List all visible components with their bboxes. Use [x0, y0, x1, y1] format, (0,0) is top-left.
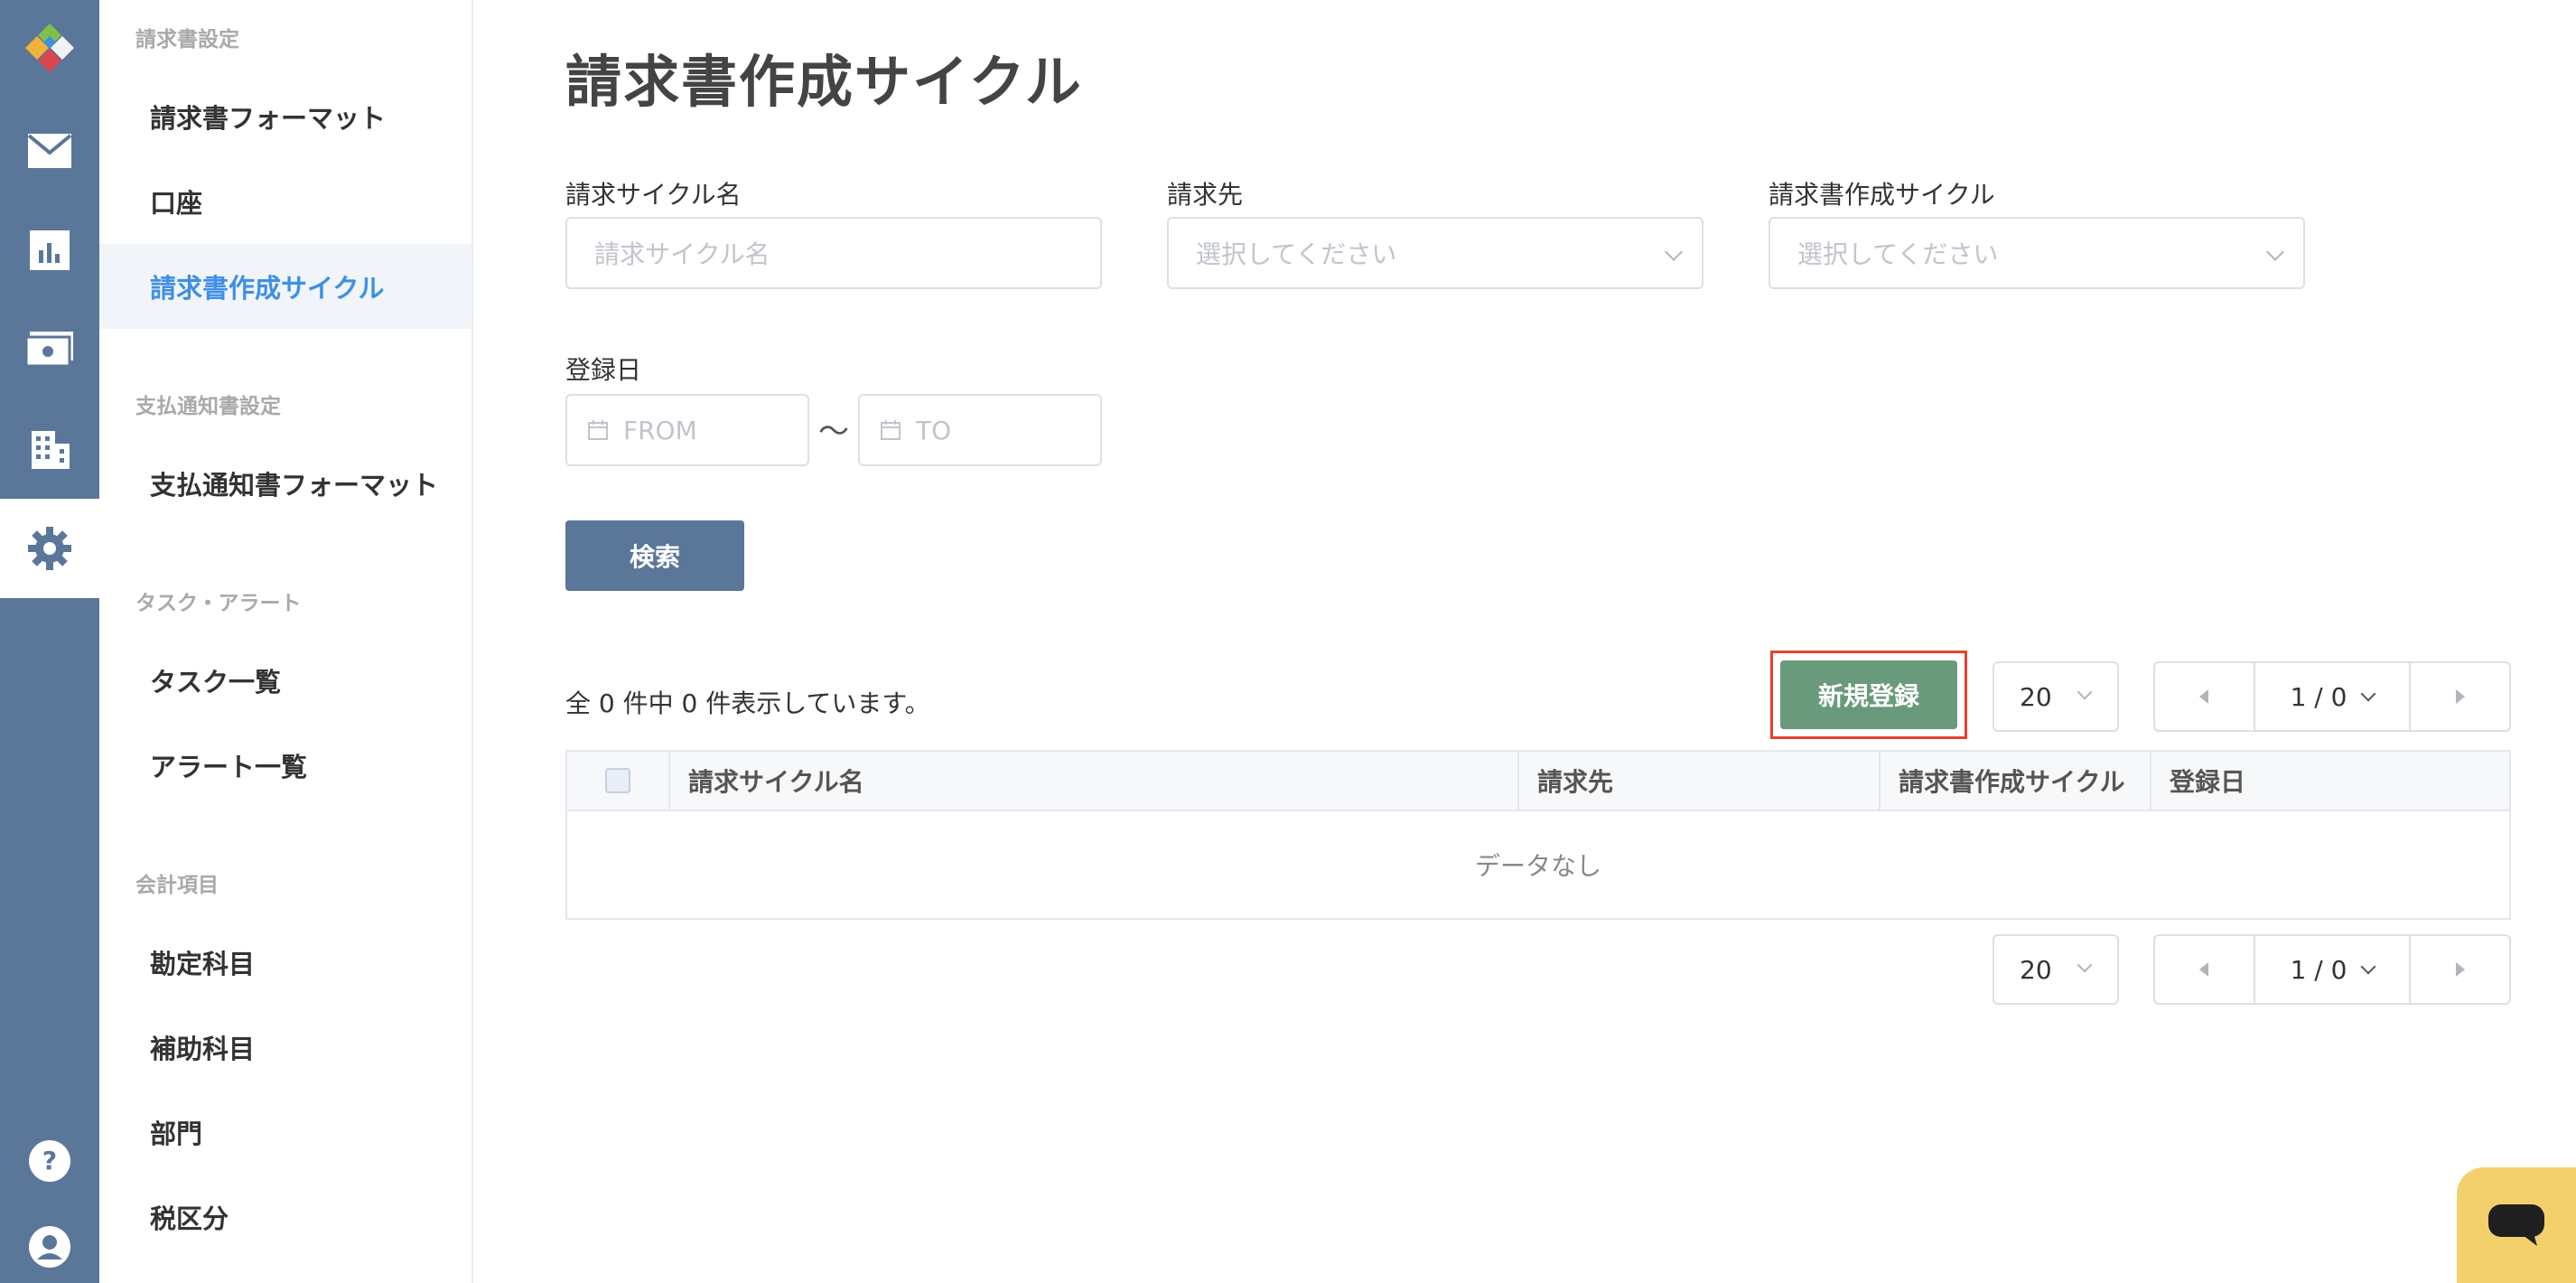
calendar-icon: [588, 420, 608, 440]
client-placeholder: 選択してください: [1196, 239, 1397, 269]
next-arrow-icon: [2455, 689, 2465, 704]
empty-message: データなし: [1474, 851, 1601, 881]
money-icon[interactable]: [0, 300, 99, 399]
chevron-down-icon: [2360, 686, 2376, 702]
column-registered-date[interactable]: 登録日: [2150, 752, 2509, 810]
results-table: 請求サイクル名 請求先 請求書作成サイクル 登録日 データなし: [565, 750, 2511, 920]
prev-page-button[interactable]: [2155, 936, 2254, 1003]
cycle-select[interactable]: 選択してください: [1769, 217, 2305, 289]
next-arrow-icon: [2455, 962, 2465, 977]
select-all-cell: [567, 752, 668, 810]
sidebar-item-invoice-format[interactable]: 請求書フォーマット: [99, 74, 471, 159]
client-select[interactable]: 選択してください: [1167, 217, 1703, 289]
chevron-down-icon: [2077, 957, 2093, 973]
cycle-name-label: 請求サイクル名: [565, 180, 742, 210]
sidebar-item-account[interactable]: 口座: [99, 159, 471, 244]
chevron-down-icon: [2077, 684, 2093, 700]
chevron-down-icon: [2266, 243, 2284, 261]
per-page-value: 20: [2020, 954, 2052, 985]
mail-icon[interactable]: [0, 101, 99, 201]
per-page-select[interactable]: 20: [1993, 661, 2119, 732]
gear-icon[interactable]: [0, 499, 99, 598]
column-cycle[interactable]: 請求書作成サイクル: [1879, 752, 2150, 810]
section-title-invoice: 請求書設定: [135, 28, 239, 52]
user-icon[interactable]: [0, 1211, 99, 1283]
column-client[interactable]: 請求先: [1517, 752, 1879, 810]
date-from-placeholder: FROM: [623, 415, 697, 445]
section-title-task-alert: タスク・アラート: [135, 592, 302, 615]
page-indicator: 1 / 0: [2290, 954, 2347, 985]
sidebar-item-payment-format[interactable]: 支払通知書フォーマット: [99, 441, 471, 526]
building-icon[interactable]: [0, 399, 99, 499]
sidebar-item-invoice-cycle[interactable]: 請求書作成サイクル: [99, 244, 471, 329]
page-select[interactable]: 1 / 0: [2253, 663, 2412, 730]
svg-text:?: ?: [42, 1146, 57, 1175]
date-label: 登録日: [565, 355, 642, 385]
calendar-icon: [881, 420, 901, 440]
cycle-name-placeholder: 請求サイクル名: [594, 239, 770, 269]
date-from-input[interactable]: FROM: [565, 394, 809, 466]
column-cycle-name[interactable]: 請求サイクル名: [668, 752, 1517, 810]
settings-sidebar: 請求書設定 請求書フォーマット 口座 請求書作成サイクル 支払通知書設定 支払通…: [99, 0, 473, 1283]
chart-icon[interactable]: [0, 201, 99, 300]
next-page-button[interactable]: [2411, 663, 2509, 730]
prev-page-button[interactable]: [2155, 663, 2254, 730]
select-all-checkbox[interactable]: [605, 768, 630, 793]
chat-icon: [2488, 1204, 2544, 1246]
section-title-accounting: 会計項目: [135, 874, 219, 897]
result-count: 全 0 件中 0 件表示しています。: [565, 688, 930, 718]
new-register-button[interactable]: 新規登録: [1780, 660, 1957, 729]
per-page-select-bottom[interactable]: 20: [1993, 934, 2119, 1005]
sidebar-item-account-titles[interactable]: 勘定科目: [99, 920, 471, 1005]
cycle-placeholder: 選択してください: [1797, 239, 1999, 269]
main-content: 請求書作成サイクル 請求サイクル名 請求サイクル名 請求先 選択してください 請…: [475, 0, 2576, 1283]
date-to-input[interactable]: TO: [858, 394, 1102, 466]
page-indicator: 1 / 0: [2290, 681, 2347, 712]
date-separator: 〜: [818, 414, 849, 450]
next-page-button[interactable]: [2411, 936, 2509, 1003]
date-to-placeholder: TO: [916, 415, 952, 445]
prev-arrow-icon: [2199, 962, 2209, 977]
sidebar-item-tax-categories[interactable]: 税区分: [99, 1175, 471, 1260]
search-button[interactable]: 検索: [565, 520, 744, 591]
sidebar-item-sub-accounts[interactable]: 補助科目: [99, 1005, 471, 1090]
table-header: 請求サイクル名 請求先 請求書作成サイクル 登録日: [567, 752, 2509, 811]
page-title: 請求書作成サイクル: [565, 49, 1083, 115]
cycle-label: 請求書作成サイクル: [1769, 180, 1995, 210]
pagination: 1 / 0: [2153, 661, 2511, 732]
section-title-payment: 支払通知書設定: [135, 395, 281, 418]
icon-rail: ?: [0, 0, 99, 1283]
sidebar-item-alerts[interactable]: アラート一覧: [99, 723, 471, 808]
pagination-bottom: 1 / 0: [2153, 934, 2511, 1005]
new-button-highlight: 新規登録: [1770, 651, 1967, 739]
per-page-value: 20: [2020, 681, 2052, 712]
chevron-down-icon: [2360, 959, 2376, 975]
sidebar-item-departments[interactable]: 部門: [99, 1090, 471, 1175]
page-select[interactable]: 1 / 0: [2253, 936, 2412, 1003]
logo-icon[interactable]: [0, 0, 99, 99]
chat-launcher[interactable]: [2457, 1167, 2576, 1283]
prev-arrow-icon: [2199, 689, 2209, 704]
sidebar-item-tasks[interactable]: タスク一覧: [99, 638, 471, 723]
help-icon[interactable]: ?: [0, 1111, 99, 1211]
chevron-down-icon: [1665, 243, 1683, 261]
client-label: 請求先: [1167, 180, 1244, 210]
cycle-name-input[interactable]: 請求サイクル名: [565, 217, 1102, 289]
